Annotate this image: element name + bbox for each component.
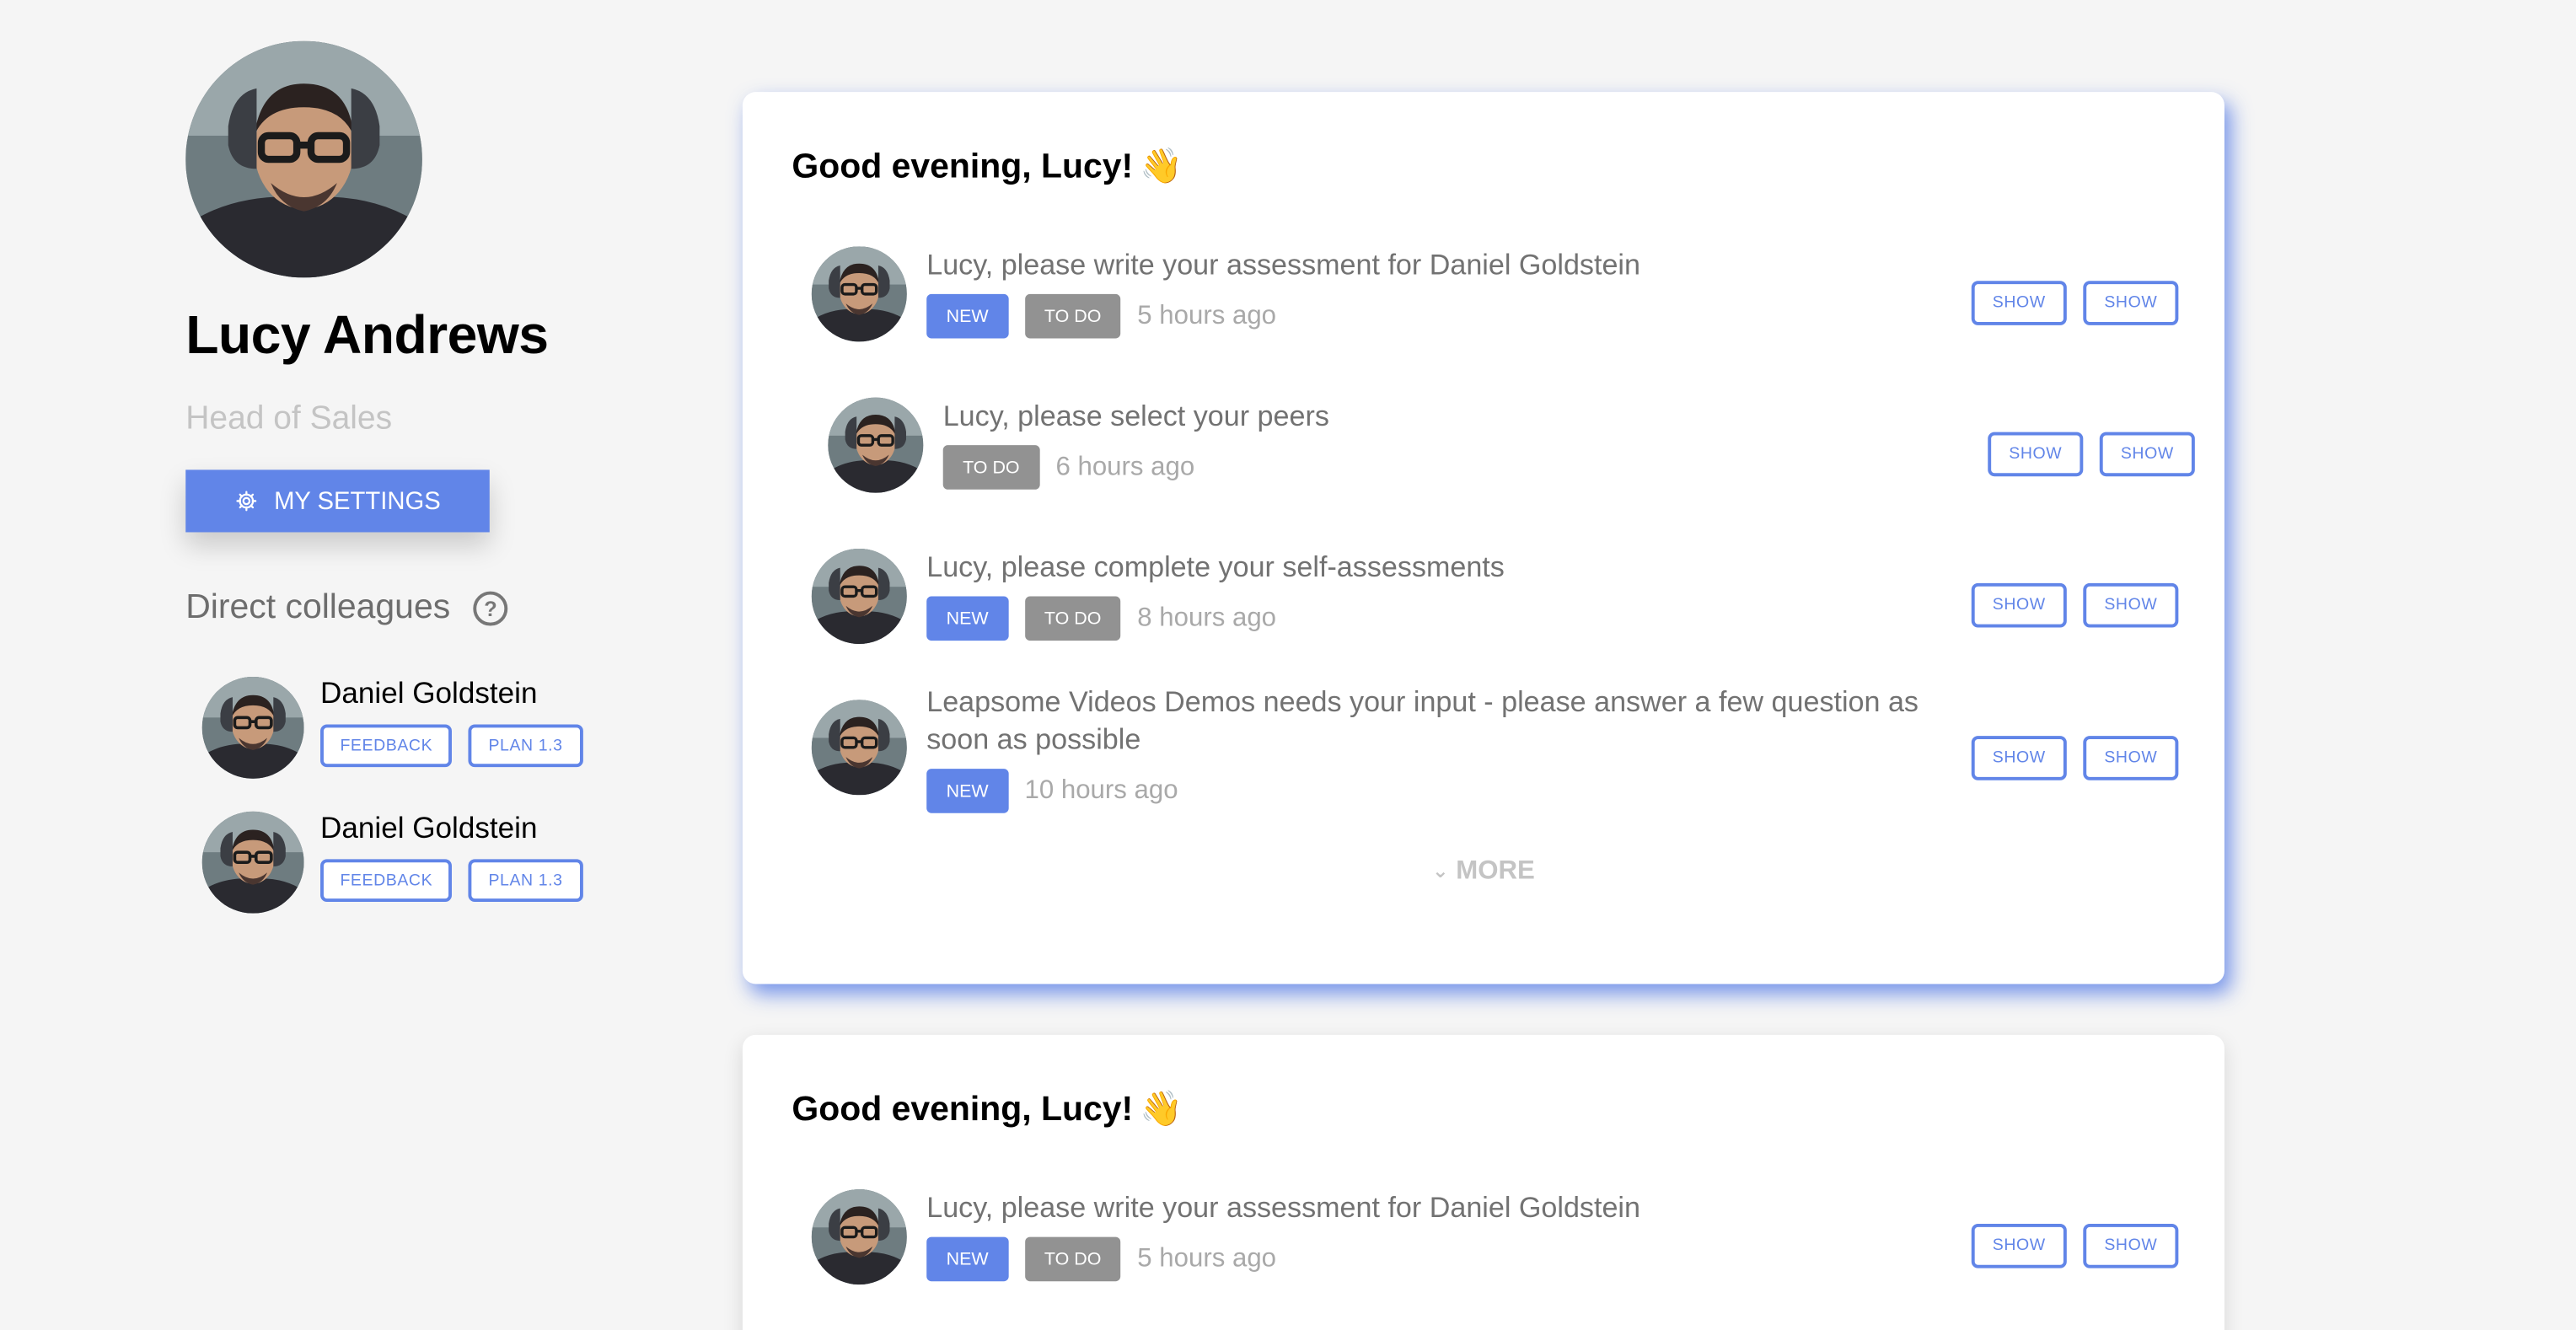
show-button[interactable]: SHOW [1988,432,2084,477]
task-title[interactable]: Lucy, please write your assessment for D… [926,1189,1640,1227]
more-link[interactable]: ⌄ MORE [743,857,2224,887]
new-badge: NEW [926,596,1009,641]
plan-button[interactable]: PLAN 1.3 [469,859,582,902]
task-title[interactable]: Lucy, please select your peers [943,398,1329,436]
tasks-card: Good evening, Lucy! 👋 Lucy, please write… [742,92,2224,984]
show-button[interactable]: SHOW [2099,432,2195,477]
colleague-item: Daniel Goldstein FEEDBACK PLAN 1.3 [201,810,679,915]
task-avatar [828,397,924,493]
show-button[interactable]: SHOW [2083,1223,2179,1268]
more-label: MORE [1456,857,1535,886]
task-title-line-1[interactable]: Leapsome Videos Demos needs your input -… [926,684,1919,721]
task-actions: SHOW SHOW [1988,432,2195,477]
task-item[interactable]: Lucy, please complete your self-assessme… [811,548,1505,645]
gear-icon [236,491,256,512]
colleague-avatar[interactable] [201,811,304,914]
profile-sidebar: Lucy Andrews Head of Sales MY SETTINGS D… [185,40,679,915]
task-time: 5 hours ago [1137,301,1277,330]
direct-colleagues-heading: Direct colleagues ? [185,585,679,631]
plan-button[interactable]: PLAN 1.3 [469,724,582,768]
show-button[interactable]: SHOW [1971,281,2067,325]
todo-badge: TO DO [1024,596,1121,641]
task-title-line-2[interactable]: soon as possible [926,721,1919,759]
todo-badge: TO DO [1024,1236,1121,1282]
colleague-item: Daniel Goldstein FEEDBACK PLAN 1.3 [201,675,679,780]
question-circle-icon[interactable]: ? [473,590,508,625]
feedback-button[interactable]: FEEDBACK [320,859,453,902]
colleague-name[interactable]: Daniel Goldstein [320,810,582,846]
task-actions: SHOW SHOW [1971,736,2179,780]
show-button[interactable]: SHOW [1971,1223,2067,1268]
todo-badge: TO DO [1024,293,1121,339]
task-item[interactable]: Lucy, please write your assessment for D… [811,1189,1640,1285]
task-avatar [811,548,907,645]
task-time: 8 hours ago [1137,603,1277,632]
task-title[interactable]: Lucy, please complete your self-assessme… [926,549,1505,587]
colleague-avatar[interactable] [201,676,304,779]
greeting-text: Good evening, Lucy! [792,1091,1134,1129]
task-item[interactable]: Lucy, please select your peers TO DO 6 h… [828,397,1329,493]
greeting-title: Good evening, Lucy! 👋 [792,1087,1183,1134]
colleague-name[interactable]: Daniel Goldstein [320,675,582,711]
task-title[interactable]: Lucy, please write your assessment for D… [926,246,1640,284]
show-button[interactable]: SHOW [1971,736,2067,780]
new-badge: NEW [926,1236,1009,1282]
show-button[interactable]: SHOW [2083,736,2179,780]
profile-name: Lucy Andrews [185,303,549,365]
chevron-down-icon: ⌄ [1431,859,1449,882]
task-actions: SHOW SHOW [1971,1223,2179,1268]
task-time: 10 hours ago [1024,775,1178,805]
greeting-title: Good evening, Lucy! 👋 [792,145,1183,191]
task-avatar [811,246,907,342]
show-button[interactable]: SHOW [1971,582,2067,628]
greeting-text: Good evening, Lucy! [792,147,1134,186]
new-badge: NEW [926,293,1009,339]
task-item[interactable]: Lucy, please write your assessment for D… [811,246,1640,342]
todo-badge: TO DO [942,445,1040,490]
show-button[interactable]: SHOW [2083,582,2179,628]
task-time: 5 hours ago [1137,1244,1277,1273]
direct-colleagues-title: Direct colleagues [185,587,451,626]
waving-hand-emoji: 👋 [1139,1091,1183,1129]
task-avatar [811,700,907,796]
colleague-list: Daniel Goldstein FEEDBACK PLAN 1.3 Danie… [185,675,679,915]
feedback-button[interactable]: FEEDBACK [320,724,453,768]
waving-hand-emoji: 👋 [1139,147,1183,186]
profile-role: Head of Sales [185,400,393,437]
task-avatar [811,1189,907,1285]
tasks-card: Good evening, Lucy! 👋 Lucy, please write… [742,1034,2224,1330]
task-actions: SHOW SHOW [1971,281,2179,325]
task-time: 6 hours ago [1055,452,1195,481]
show-button[interactable]: SHOW [2083,281,2179,325]
new-badge: NEW [926,769,1009,813]
my-settings-button[interactable]: MY SETTINGS [185,469,490,533]
task-item[interactable]: Leapsome Videos Demos needs your input -… [811,685,1919,813]
my-settings-label: MY SETTINGS [274,486,441,516]
profile-avatar[interactable] [185,40,422,278]
task-actions: SHOW SHOW [1971,582,2179,628]
